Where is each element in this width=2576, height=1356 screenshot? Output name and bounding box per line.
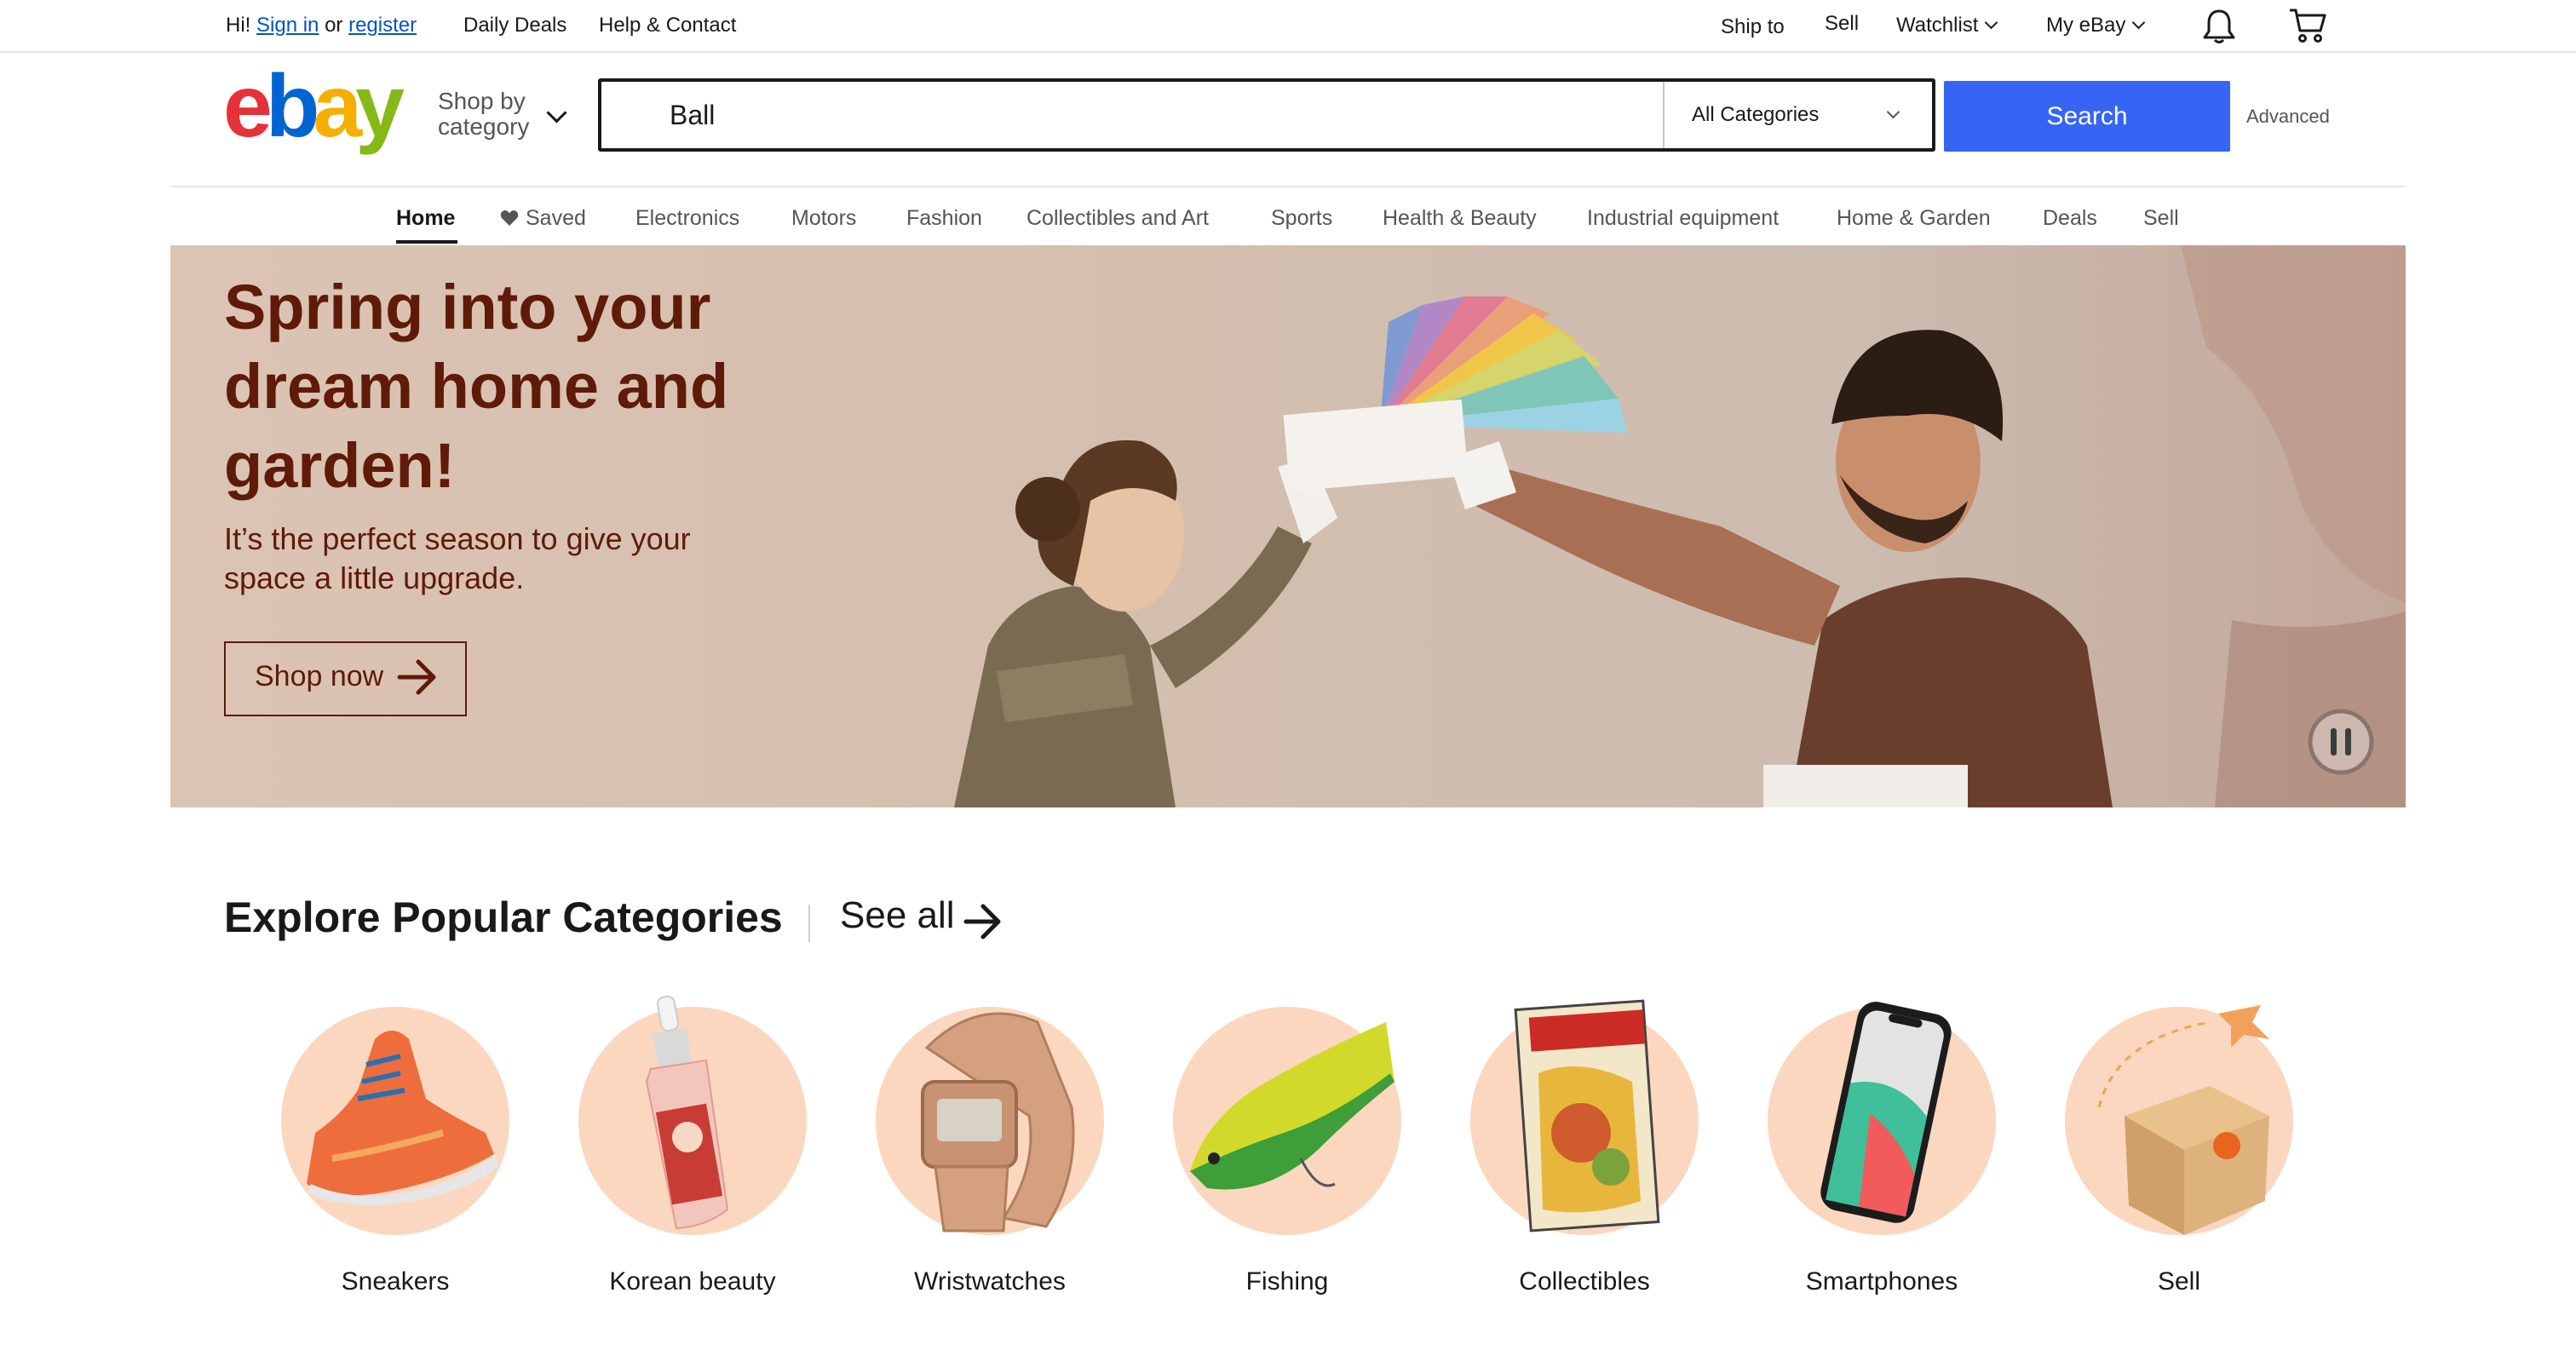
top-utility-bar: Hi! Sign in or register Daily Deals Help…	[0, 0, 2576, 53]
nav-item-home-garden[interactable]: Home & Garden	[1837, 206, 1991, 231]
daily-deals-link[interactable]: Daily Deals	[463, 14, 566, 37]
pause-icon[interactable]	[2307, 708, 2375, 776]
shop-now-label: Shop now	[255, 660, 384, 692]
nav-item-electronics[interactable]: Electronics	[635, 206, 739, 231]
category-label: Korean beauty	[609, 1267, 776, 1296]
category-label: Collectibles	[1519, 1267, 1650, 1296]
nav-item-deals[interactable]: Deals	[2043, 206, 2097, 231]
sell-link[interactable]: Sell	[1825, 12, 1859, 36]
watchlist-menu[interactable]: Watchlist	[1896, 14, 1998, 37]
category-label: Wristwatches	[914, 1267, 1066, 1296]
nav-item-health-beauty[interactable]: Health & Beauty	[1383, 206, 1537, 231]
category-card-smartphones[interactable]: Smartphones	[1754, 988, 2010, 1312]
category-label: Sell	[2157, 1267, 2201, 1296]
heading-divider	[808, 905, 810, 942]
category-select-value: All Categories	[1692, 103, 1820, 126]
ship-to-link[interactable]: Ship to	[1721, 15, 1785, 39]
nav-item-sell[interactable]: Sell	[2143, 206, 2179, 231]
nav-item-fashion[interactable]: Fashion	[906, 206, 982, 231]
category-card-collectibles[interactable]: Collectibles	[1457, 988, 1712, 1312]
shop-by-line1: Shop by	[438, 88, 526, 114]
chevron-down-icon[interactable]	[546, 102, 567, 124]
greeting-text: Hi!	[226, 14, 251, 37]
categories-heading: Explore Popular Categories	[224, 893, 783, 941]
nav-item-sports[interactable]: Sports	[1271, 206, 1332, 231]
serum-bottle-icon	[645, 995, 729, 1230]
category-label: Sneakers	[341, 1267, 450, 1296]
chevron-down-icon	[1985, 15, 1998, 30]
banner-subtitle: It’s the perfect season to give your spa…	[224, 521, 691, 595]
chevron-down-icon	[2132, 15, 2146, 30]
nav-item-home[interactable]: Home	[396, 206, 455, 231]
shop-by-category-button[interactable]: Shop by category	[438, 89, 529, 140]
comic-book-icon	[1514, 999, 1660, 1232]
category-select[interactable]: All Categories	[1663, 82, 1932, 148]
wristwatch-icon	[921, 1012, 1075, 1232]
fishing-lure-icon	[1190, 1022, 1394, 1190]
advanced-search-link[interactable]: Advanced	[2246, 106, 2330, 128]
search-input[interactable]	[670, 82, 1632, 148]
shop-by-line2: category	[438, 113, 530, 140]
smartphone-icon	[1820, 1002, 1952, 1223]
nav-item-collectibles-art[interactable]: Collectibles and Art	[1026, 206, 1209, 231]
svg-text:ebay: ebay	[223, 72, 405, 156]
ebay-logo[interactable]: ebay	[223, 72, 424, 158]
see-all-link[interactable]: See all	[840, 894, 955, 937]
search-button[interactable]: Search	[1944, 81, 2230, 152]
bell-icon[interactable]	[2202, 8, 2236, 45]
hero-banner[interactable]: Spring into your dream home and garden! …	[170, 245, 2406, 807]
search-bar: All Categories	[598, 78, 1935, 152]
chevron-down-icon	[1886, 105, 1900, 119]
sign-in-link[interactable]: Sign in	[256, 14, 319, 37]
category-card-fishing[interactable]: Fishing	[1159, 988, 1415, 1312]
nav-item-motors[interactable]: Motors	[791, 206, 856, 231]
sneaker-icon	[307, 1031, 498, 1205]
arrow-right-icon	[397, 659, 436, 695]
active-tab-underline	[396, 240, 457, 244]
watchlist-label: Watchlist	[1896, 14, 1979, 37]
or-text: or	[325, 14, 343, 37]
category-label: Fishing	[1245, 1267, 1329, 1296]
category-card-sell[interactable]: Sell	[2051, 988, 2307, 1312]
shop-now-button[interactable]: Shop now	[224, 641, 467, 716]
heart-icon	[500, 210, 519, 226]
cart-icon[interactable]	[2288, 7, 2327, 44]
register-link[interactable]: register	[348, 14, 417, 37]
category-card-sneakers[interactable]: Sneakers	[267, 988, 523, 1312]
arrow-right-icon[interactable]	[963, 901, 1003, 942]
category-label: Smartphones	[1805, 1267, 1958, 1296]
category-nav: Home Saved Electronics Motors Fashion Co…	[170, 186, 2406, 245]
banner-title: Spring into your dream home and garden!	[224, 272, 729, 501]
package-icon	[2097, 1005, 2269, 1235]
category-card-wristwatches[interactable]: Wristwatches	[862, 988, 1118, 1312]
help-contact-link[interactable]: Help & Contact	[599, 14, 736, 37]
my-ebay-label: My eBay	[2046, 14, 2126, 37]
my-ebay-menu[interactable]: My eBay	[2046, 14, 2146, 37]
nav-item-label: Saved	[526, 206, 586, 230]
nav-item-industrial-equipment[interactable]: Industrial equipment	[1587, 206, 1779, 231]
greeting: Hi! Sign in or register	[226, 14, 417, 37]
category-card-korean-beauty[interactable]: Korean beauty	[565, 988, 820, 1312]
nav-item-saved[interactable]: Saved	[500, 206, 586, 231]
